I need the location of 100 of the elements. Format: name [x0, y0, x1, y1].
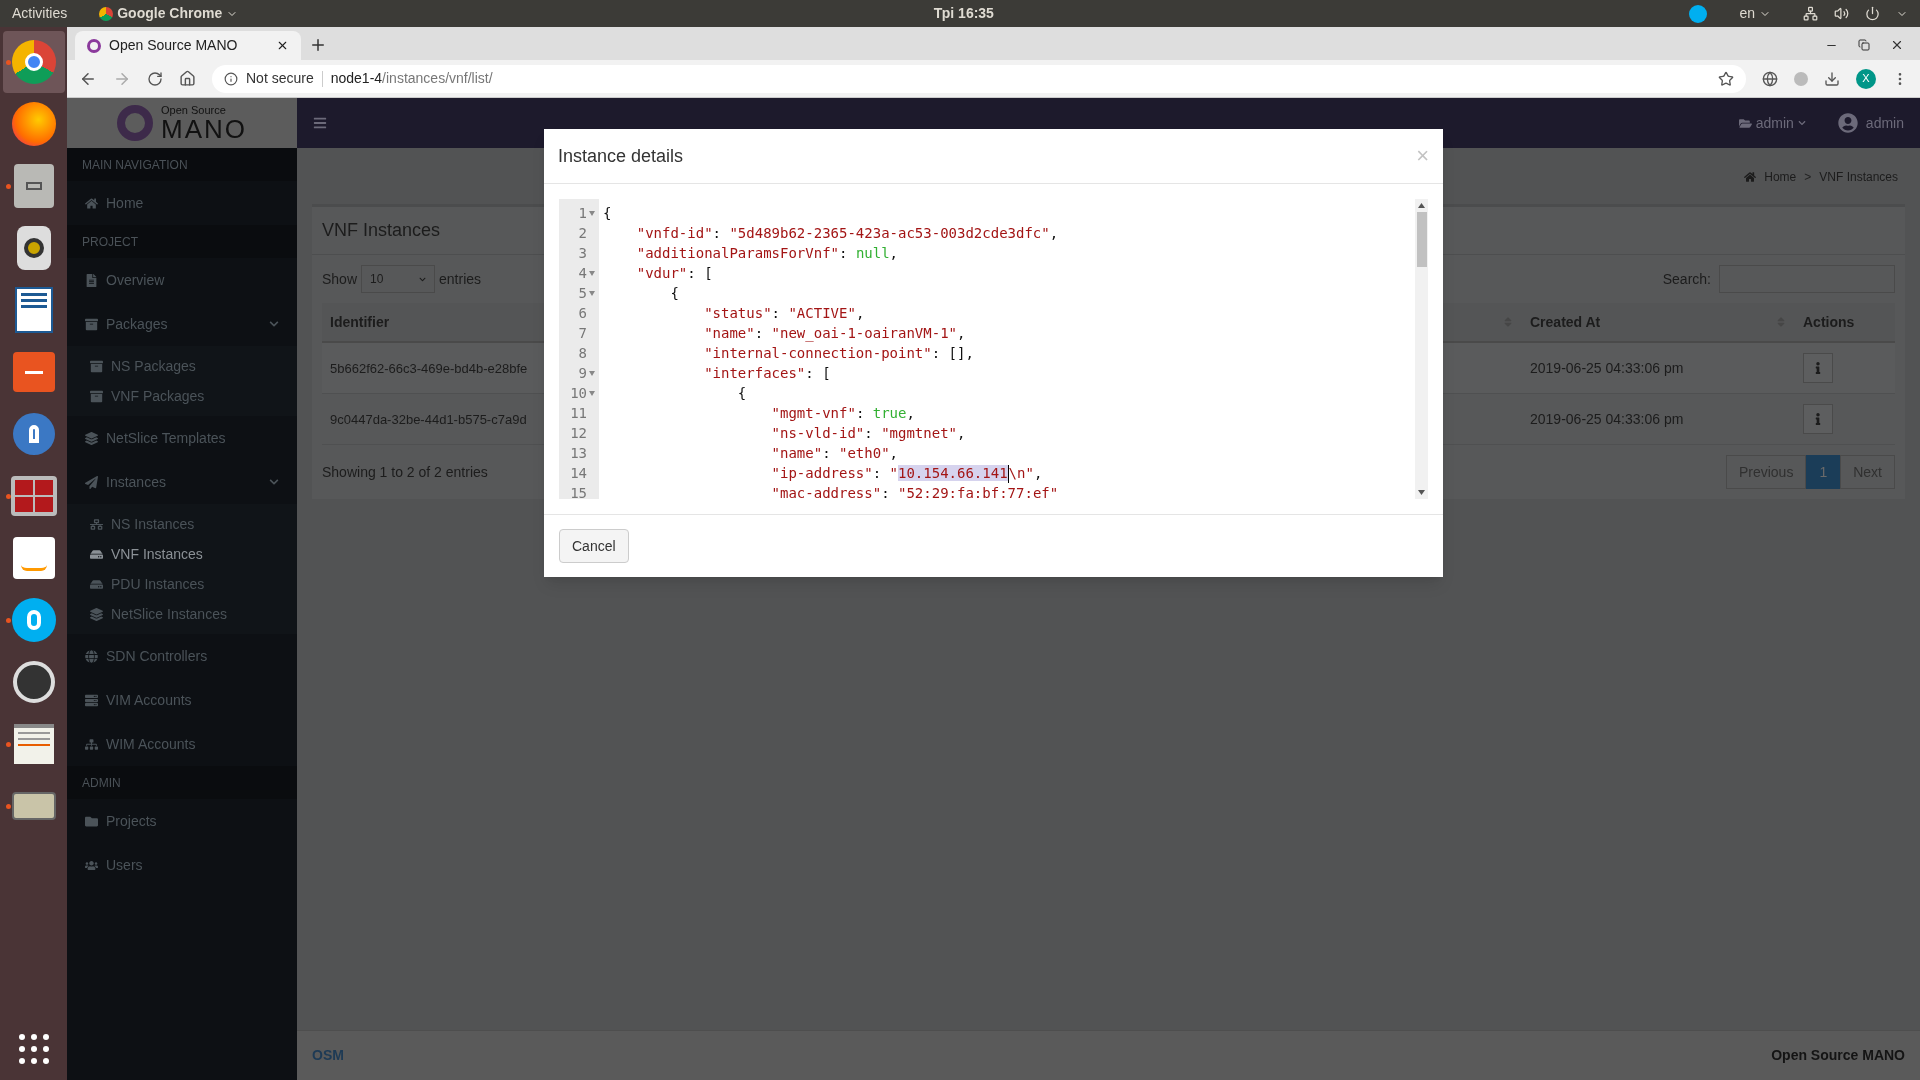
line-number: 8 — [578, 344, 587, 363]
scroll-down-arrow-icon[interactable] — [1418, 490, 1425, 495]
extension-icon[interactable] — [1762, 70, 1778, 87]
document-icon[interactable] — [14, 287, 53, 333]
reload-icon[interactable] — [147, 70, 163, 87]
activities-button[interactable]: Activities — [12, 3, 68, 24]
house-icon — [85, 196, 98, 210]
archive-box-icon — [85, 317, 98, 331]
line-number: 15 — [570, 484, 587, 499]
page-size-select[interactable]: 10 — [361, 265, 436, 293]
scrollbar-thumb[interactable] — [1416, 212, 1427, 267]
sidebar-item[interactable]: Overview — [67, 258, 297, 302]
line-number: 1 — [578, 204, 587, 223]
fold-arrow-icon[interactable] — [589, 390, 595, 396]
entries-summary: Showing 1 to 2 of 2 entries — [322, 462, 488, 482]
app-menu[interactable]: Google Chrome — [99, 3, 239, 24]
restore-icon[interactable] — [1858, 39, 1870, 51]
pagination-button[interactable]: 1 — [1806, 455, 1841, 489]
language-menu[interactable]: en — [1739, 3, 1771, 24]
new-tab-icon[interactable] — [309, 36, 327, 54]
column-header[interactable]: Created At — [1522, 311, 1775, 333]
footer-link[interactable]: OSM — [312, 1045, 344, 1066]
layers-icon — [90, 607, 103, 621]
cancel-button[interactable]: Cancel — [559, 529, 629, 563]
sidebar-item[interactable]: SDN Controllers — [67, 634, 297, 678]
entries-label: entries — [439, 269, 482, 289]
sidebar-item[interactable]: Projects — [67, 799, 297, 843]
sidebar-item[interactable]: Home — [67, 181, 297, 225]
section-heading: PROJECT — [82, 233, 138, 251]
users-icon — [85, 858, 98, 872]
table-cell-text: 2019-06-25 04:33:06 pm — [1529, 409, 1685, 429]
code-line: "ns-vld-id": "mgmtnet", — [770, 424, 966, 443]
sidebar-item[interactable]: Users — [67, 843, 297, 887]
folder-icon — [1738, 116, 1752, 130]
info-button[interactable] — [1803, 404, 1833, 434]
project-menu[interactable]: admin — [1738, 112, 1806, 134]
home-icon[interactable] — [179, 70, 196, 87]
code-line: "vdur": [ — [635, 264, 713, 283]
close-icon[interactable] — [1890, 38, 1904, 52]
code-line: "additionalParamsForVnf": null, — [635, 244, 899, 263]
line-number: 4 — [578, 264, 587, 283]
breadcrumb-link[interactable]: VNF Instances — [1819, 168, 1898, 186]
clock[interactable]: Трі 16:35 — [933, 3, 994, 24]
address-bar[interactable]: Not secure node1-4/instances/vnf/list/ — [212, 64, 1746, 93]
bookmark-star-icon[interactable] — [1718, 70, 1734, 87]
ring-logo-icon — [117, 105, 153, 141]
menu-icon[interactable] — [313, 116, 327, 130]
code-line: { — [736, 384, 747, 403]
sidebar-item[interactable]: Instances — [67, 460, 297, 504]
scrollbar[interactable] — [1415, 199, 1428, 499]
fold-arrow-icon[interactable] — [589, 370, 595, 376]
download-icon[interactable] — [1824, 70, 1840, 87]
user-avatar-icon — [1837, 113, 1858, 133]
line-number: 9 — [578, 364, 587, 383]
code-line: "vnfd-id": "5d489b62-2365-423a-ac53-003d2cde3dfc", — [635, 224, 1059, 243]
fold-arrow-icon[interactable] — [589, 290, 595, 296]
close-icon[interactable] — [276, 39, 289, 52]
security-label: Not secure — [246, 69, 314, 88]
column-header: Actions — [1802, 312, 1856, 332]
sidebar-item[interactable]: VIM Accounts — [67, 678, 297, 722]
sidebar-item[interactable]: NetSlice Templates — [67, 416, 297, 460]
panel-title: VNF Instances — [322, 220, 441, 240]
drive-icon — [90, 547, 103, 561]
line-number: 10 — [570, 384, 587, 403]
show-label: Show — [322, 269, 358, 289]
scroll-up-arrow-icon[interactable] — [1418, 203, 1425, 208]
terminal-icon[interactable] — [10, 476, 57, 516]
line-number: 7 — [578, 324, 587, 343]
paper-plane-icon — [85, 475, 98, 489]
code-line: { — [669, 284, 679, 303]
power-icon[interactable] — [1865, 6, 1880, 21]
layers-icon — [85, 431, 98, 445]
fold-arrow-icon[interactable] — [589, 270, 595, 276]
close-button[interactable]: × — [1416, 145, 1429, 167]
code-editor[interactable] — [559, 199, 1428, 499]
speaker-icon[interactable] — [16, 226, 51, 270]
breadcrumb-link[interactable]: Home — [1764, 168, 1797, 186]
browser-tab[interactable]: Open Source MANO — [75, 31, 301, 60]
sidebar-item[interactable]: Packages — [67, 302, 297, 346]
network-icon[interactable] — [1803, 6, 1818, 21]
search-label: Search: — [1662, 269, 1711, 289]
table-cell: 5b662f62-66c3-469e-bd4b-e28bfe — [330, 360, 528, 376]
code-line: "name": "new_oai-1-oairanVM-1", — [703, 324, 966, 343]
line-number: 3 — [578, 244, 587, 263]
info-icon — [224, 71, 238, 86]
fold-arrow-icon[interactable] — [589, 210, 595, 216]
line-number: 6 — [578, 304, 587, 323]
code-line: "mgmt-vnf": true, — [770, 404, 915, 423]
user-menu[interactable]: admin — [1837, 112, 1904, 134]
brand-logo[interactable]: Open Source MANO — [67, 98, 297, 148]
info-button[interactable] — [1803, 353, 1833, 383]
globe-icon — [85, 649, 98, 663]
server-icon — [85, 693, 98, 707]
app-grid-icon[interactable] — [18, 1034, 49, 1064]
sidebar-item[interactable]: WIM Accounts — [67, 722, 297, 766]
volume-icon[interactable] — [1834, 6, 1849, 21]
profile-avatar[interactable]: X — [1856, 68, 1876, 89]
folder-icon — [85, 814, 98, 828]
table-cell: 9c0447da-32be-44d1-b575-c7a9d — [330, 411, 527, 427]
notepad-icon[interactable] — [13, 724, 54, 764]
